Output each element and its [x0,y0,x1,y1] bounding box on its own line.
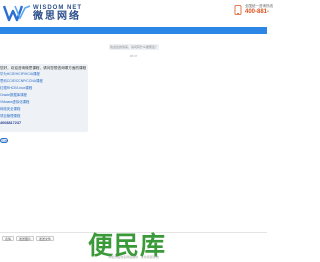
site-header: WISDOM NET 微思网络 全国统一咨询热线 400-881- [0,0,273,27]
course-option-huawei[interactable]: 华为HCIE/HCIP/HCIA课程 [0,71,86,78]
course-option-redhat[interactable]: 红帽RHCE/Linux课程 [0,85,86,92]
hotline-block: 全国统一咨询热线 400-881- [234,4,273,16]
course-option-security[interactable]: 网络安全课程 [0,106,86,113]
nav-bar [0,27,267,34]
logo-chinese: 微思网络 [33,10,81,22]
phone-icon [234,5,242,16]
quick-reply-button[interactable]: 咨询 [0,138,8,143]
logo-text: WISDOM NET 微思网络 [33,5,82,22]
agent-message-bubble: 您好，欢迎咨询微思课程，请问您想咨询哪方面的课程呢？ 华为HCIE/HCIP/H… [0,64,88,132]
logo-mark-icon [3,5,31,22]
chat-toolbar: 表情 发送图片 发送文件 [0,236,56,241]
course-option-cisco[interactable]: 思科CCIE/CCNP/CCNA课程 [0,78,86,85]
course-option-list: 华为HCIE/HCIP/HCIA课程 思科CCIE/CCNP/CCNA课程 红帽… [0,71,86,120]
message-timestamp: 08:07 [129,54,138,58]
logo-english: WISDOM NET [33,4,82,11]
hotline-in-message[interactable]: 4008817237 [0,120,86,126]
course-option-oracle[interactable]: Oracle数据库课程 [0,92,86,99]
welcome-notice: 欢迎您的到来，请问有什么能帮您？ [109,44,159,50]
emoji-button[interactable]: 表情 [2,236,15,241]
course-option-pm[interactable]: 项目管理课程 [0,113,86,120]
hotline-number[interactable]: 400-881- [245,9,273,16]
course-option-vmware[interactable]: VMware虚拟化课程 [0,99,86,106]
send-file-button[interactable]: 发送文件 [36,236,55,241]
footer-text: 本服务由微思网络提供 · 在线客服系统 [108,255,159,259]
site-logo[interactable]: WISDOM NET 微思网络 [3,4,82,22]
send-image-button[interactable]: 发送图片 [16,236,35,241]
